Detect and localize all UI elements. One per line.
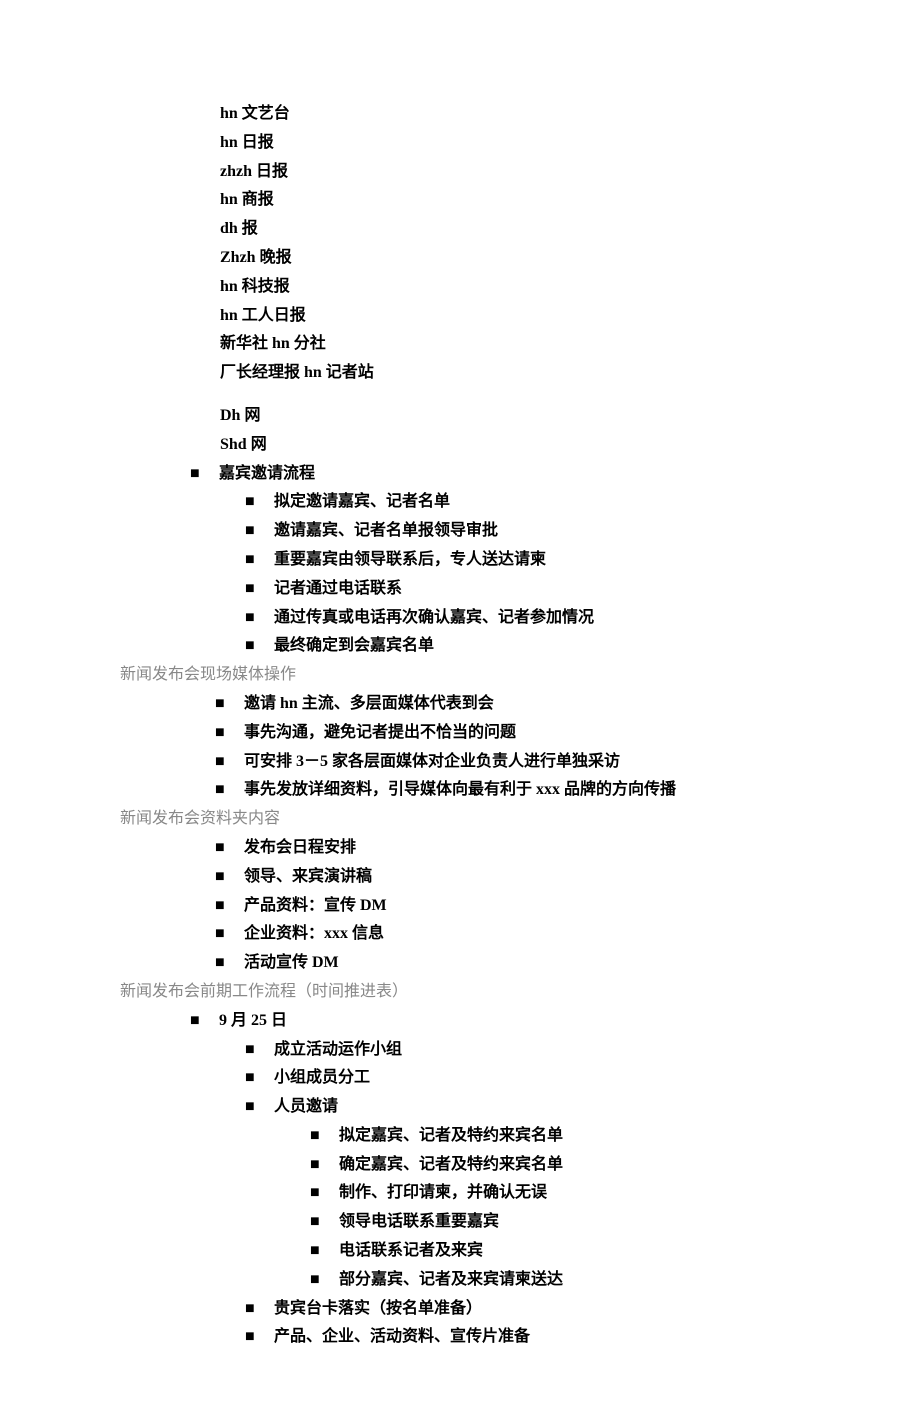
folder-content-item: ■ 产品资料：宣传 DM	[120, 892, 800, 921]
pre-work-text: 人员邀请	[274, 1098, 338, 1115]
square-bullet-icon: ■	[310, 1237, 335, 1266]
folder-content-text: 企业资料：xxx 信息	[244, 925, 384, 942]
scene-operation-text: 可安排 3－5 家各层面媒体对企业负责人进行单独采访	[244, 753, 620, 770]
media-item: dh 报	[120, 215, 800, 244]
media-item: hn 商报	[120, 186, 800, 215]
invite-flow-text: 通过传真或电话再次确认嘉宾、记者参加情况	[274, 609, 594, 626]
pre-work-date-row: ■ 9 月 25 日	[120, 1007, 800, 1036]
invite-flow-item: ■ 最终确定到会嘉宾名单	[120, 632, 800, 661]
scene-operation-item: ■ 邀请 hn 主流、多层面媒体代表到会	[120, 690, 800, 719]
media-item: hn 科技报	[120, 273, 800, 302]
pre-work-date: 9 月 25 日	[219, 1012, 287, 1029]
pre-work-item: ■ 小组成员分工	[120, 1064, 800, 1093]
pre-work-subtext: 电话联系记者及来宾	[339, 1242, 483, 1259]
pre-work-subtext: 确定嘉宾、记者及特约来宾名单	[339, 1156, 563, 1173]
web-item: Dh 网	[120, 402, 800, 431]
pre-work-subitem: ■ 确定嘉宾、记者及特约来宾名单	[120, 1151, 800, 1180]
pre-work-text: 贵宾台卡落实（按名单准备）	[274, 1300, 482, 1317]
square-bullet-icon: ■	[245, 1064, 270, 1093]
pre-work-text: 小组成员分工	[274, 1069, 370, 1086]
folder-content-item: ■ 领导、来宾演讲稿	[120, 863, 800, 892]
folder-content-text: 发布会日程安排	[244, 839, 356, 856]
pre-work-item: ■ 成立活动运作小组	[120, 1036, 800, 1065]
pre-work-subtext: 制作、打印请柬，并确认无误	[339, 1184, 547, 1201]
square-bullet-icon: ■	[245, 546, 270, 575]
web-item: Shd 网	[120, 431, 800, 460]
pre-work-subitem: ■ 部分嘉宾、记者及来宾请柬送达	[120, 1266, 800, 1295]
media-item: hn 文艺台	[120, 100, 800, 129]
pre-work-subtext: 领导电话联系重要嘉宾	[339, 1213, 499, 1230]
folder-content-text: 领导、来宾演讲稿	[244, 868, 372, 885]
media-item: hn 日报	[120, 129, 800, 158]
square-bullet-icon: ■	[215, 776, 240, 805]
pre-work-subitem: ■ 拟定嘉宾、记者及特约来宾名单	[120, 1122, 800, 1151]
scene-operation-item: ■ 事先发放详细资料，引导媒体向最有利于 xxx 品牌的方向传播	[120, 776, 800, 805]
folder-content-item: ■ 活动宣传 DM	[120, 949, 800, 978]
folder-content-text: 产品资料：宣传 DM	[244, 897, 387, 914]
folder-content-text: 活动宣传 DM	[244, 954, 339, 971]
scene-operation-heading: 新闻发布会现场媒体操作	[120, 661, 800, 690]
square-bullet-icon: ■	[215, 920, 240, 949]
media-item: zhzh 日报	[120, 158, 800, 187]
invite-flow-text: 记者通过电话联系	[274, 580, 402, 597]
pre-work-subitem: ■ 制作、打印请柬，并确认无误	[120, 1179, 800, 1208]
pre-work-text: 产品、企业、活动资料、宣传片准备	[274, 1328, 530, 1345]
scene-operation-item: ■ 可安排 3－5 家各层面媒体对企业负责人进行单独采访	[120, 748, 800, 777]
square-bullet-icon: ■	[310, 1179, 335, 1208]
square-bullet-icon: ■	[215, 690, 240, 719]
square-bullet-icon: ■	[245, 604, 270, 633]
invite-flow-title-row: ■ 嘉宾邀请流程	[120, 460, 800, 489]
square-bullet-icon: ■	[245, 517, 270, 546]
square-bullet-icon: ■	[215, 748, 240, 777]
pre-work-item: ■ 贵宾台卡落实（按名单准备）	[120, 1295, 800, 1324]
square-bullet-icon: ■	[215, 834, 240, 863]
media-item: Zhzh 晚报	[120, 244, 800, 273]
media-item: hn 工人日报	[120, 302, 800, 331]
scene-operation-text: 事先沟通，避免记者提出不恰当的问题	[244, 724, 516, 741]
pre-work-subitem: ■ 领导电话联系重要嘉宾	[120, 1208, 800, 1237]
square-bullet-icon: ■	[245, 1036, 270, 1065]
folder-content-heading: 新闻发布会资料夹内容	[120, 805, 800, 834]
invite-flow-item: ■ 重要嘉宾由领导联系后，专人送达请柬	[120, 546, 800, 575]
invite-flow-item: ■ 通过传真或电话再次确认嘉宾、记者参加情况	[120, 604, 800, 633]
square-bullet-icon: ■	[310, 1151, 335, 1180]
invite-flow-text: 重要嘉宾由领导联系后，专人送达请柬	[274, 551, 546, 568]
square-bullet-icon: ■	[215, 892, 240, 921]
invite-flow-item: ■ 记者通过电话联系	[120, 575, 800, 604]
square-bullet-icon: ■	[190, 1007, 215, 1036]
folder-content-item: ■ 发布会日程安排	[120, 834, 800, 863]
square-bullet-icon: ■	[310, 1208, 335, 1237]
invite-flow-text: 最终确定到会嘉宾名单	[274, 637, 434, 654]
square-bullet-icon: ■	[215, 949, 240, 978]
invite-flow-item: ■ 邀请嘉宾、记者名单报领导审批	[120, 517, 800, 546]
square-bullet-icon: ■	[245, 1323, 270, 1352]
invite-flow-text: 邀请嘉宾、记者名单报领导审批	[274, 522, 498, 539]
pre-work-heading: 新闻发布会前期工作流程（时间推进表）	[120, 978, 800, 1007]
square-bullet-icon: ■	[245, 488, 270, 517]
square-bullet-icon: ■	[310, 1122, 335, 1151]
scene-operation-text: 邀请 hn 主流、多层面媒体代表到会	[244, 695, 494, 712]
square-bullet-icon: ■	[215, 719, 240, 748]
square-bullet-icon: ■	[245, 632, 270, 661]
square-bullet-icon: ■	[190, 460, 215, 489]
media-item: 厂长经理报 hn 记者站	[120, 359, 800, 388]
square-bullet-icon: ■	[245, 1093, 270, 1122]
invite-flow-title: 嘉宾邀请流程	[219, 465, 315, 482]
square-bullet-icon: ■	[215, 863, 240, 892]
pre-work-text: 成立活动运作小组	[274, 1041, 402, 1058]
pre-work-subtext: 部分嘉宾、记者及来宾请柬送达	[339, 1271, 563, 1288]
invite-flow-item: ■ 拟定邀请嘉宾、记者名单	[120, 488, 800, 517]
square-bullet-icon: ■	[310, 1266, 335, 1295]
scene-operation-item: ■ 事先沟通，避免记者提出不恰当的问题	[120, 719, 800, 748]
scene-operation-text: 事先发放详细资料，引导媒体向最有利于 xxx 品牌的方向传播	[244, 781, 676, 798]
pre-work-subitem: ■ 电话联系记者及来宾	[120, 1237, 800, 1266]
pre-work-item: ■ 人员邀请	[120, 1093, 800, 1122]
pre-work-subtext: 拟定嘉宾、记者及特约来宾名单	[339, 1127, 563, 1144]
square-bullet-icon: ■	[245, 575, 270, 604]
folder-content-item: ■ 企业资料：xxx 信息	[120, 920, 800, 949]
pre-work-item: ■ 产品、企业、活动资料、宣传片准备	[120, 1323, 800, 1352]
square-bullet-icon: ■	[245, 1295, 270, 1324]
invite-flow-text: 拟定邀请嘉宾、记者名单	[274, 493, 450, 510]
media-item: 新华社 hn 分社	[120, 330, 800, 359]
